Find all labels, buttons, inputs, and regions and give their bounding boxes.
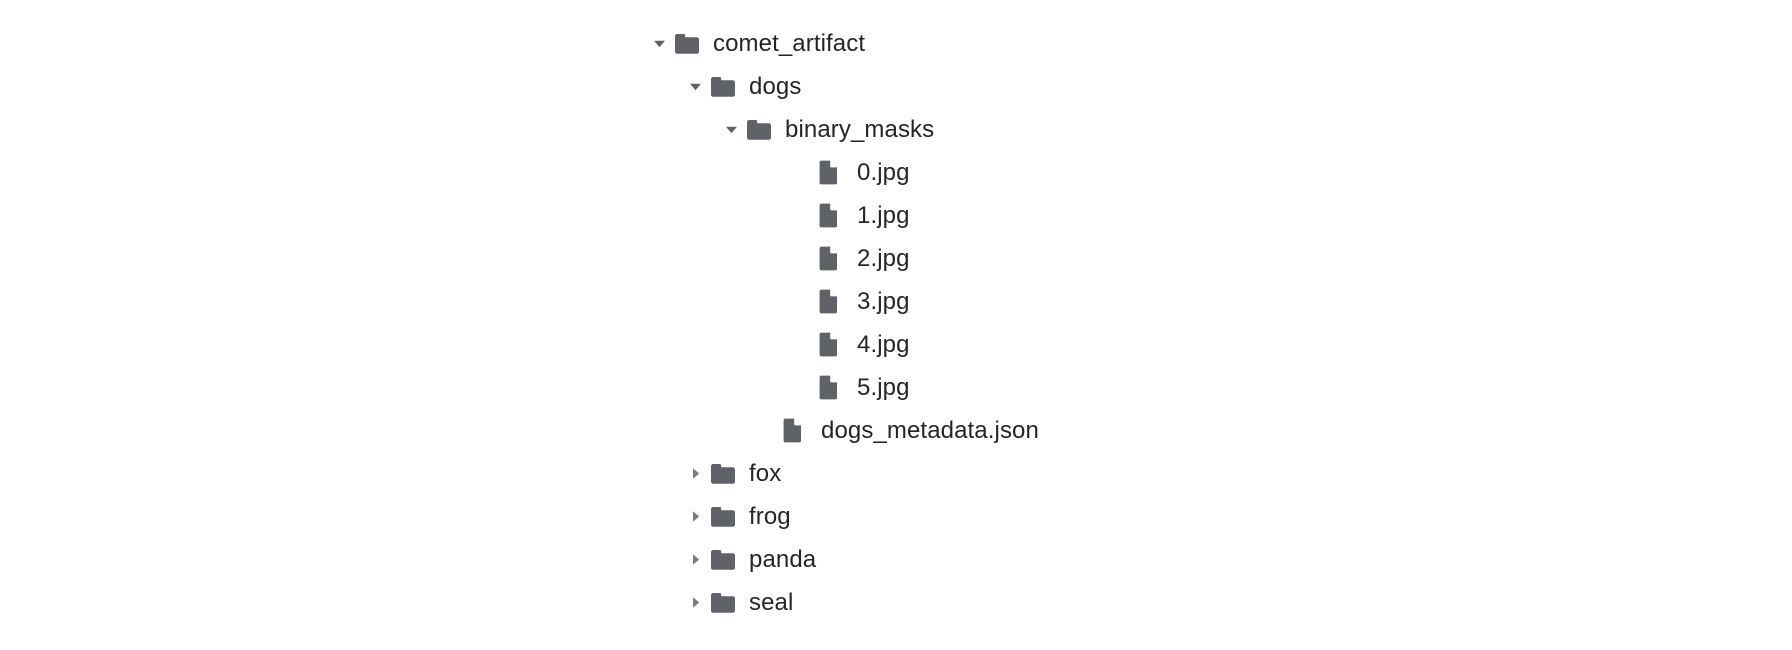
caret-right-icon[interactable]: [680, 581, 710, 624]
caret-right-icon[interactable]: [680, 495, 710, 538]
twisty-placeholder: [788, 366, 818, 409]
twisty-placeholder: [788, 280, 818, 323]
folder-icon: [710, 581, 744, 624]
caret-right-icon[interactable]: [680, 452, 710, 495]
caret-down-icon[interactable]: [644, 22, 674, 65]
twisty-placeholder: [788, 323, 818, 366]
caret-right-icon[interactable]: [680, 538, 710, 581]
folder-label: comet_artifact: [713, 29, 866, 57]
caret-down-icon[interactable]: [680, 65, 710, 108]
tree-row[interactable]: seal: [644, 581, 1792, 624]
tree-row[interactable]: fox: [644, 452, 1792, 495]
file-icon: [818, 194, 852, 237]
file-label: dogs_metadata.json: [821, 416, 1039, 444]
file-icon: [818, 280, 852, 323]
folder-icon: [674, 22, 708, 65]
file-label: 5.jpg: [857, 373, 910, 401]
folder-label: panda: [749, 545, 817, 573]
folder-icon: [746, 108, 780, 151]
folder-label: dogs: [749, 72, 802, 100]
tree-row[interactable]: panda: [644, 538, 1792, 581]
tree-row[interactable]: dogs_metadata.json: [644, 409, 1792, 452]
folder-icon: [710, 452, 744, 495]
tree-row[interactable]: 4.jpg: [644, 323, 1792, 366]
tree-row[interactable]: 2.jpg: [644, 237, 1792, 280]
file-icon: [818, 151, 852, 194]
twisty-placeholder: [788, 237, 818, 280]
file-tree: comet_artifactdogs binary_masks 0.jpg 1.jpg…: [0, 0, 1792, 624]
folder-icon: [710, 538, 744, 581]
file-label: 3.jpg: [857, 287, 910, 315]
tree-row[interactable]: 1.jpg: [644, 194, 1792, 237]
tree-row[interactable]: dogs: [644, 65, 1792, 108]
folder-icon: [710, 65, 744, 108]
tree-row[interactable]: 5.jpg: [644, 366, 1792, 409]
file-icon: [818, 323, 852, 366]
twisty-placeholder: [752, 409, 782, 452]
tree-row[interactable]: frog: [644, 495, 1792, 538]
file-label: 4.jpg: [857, 330, 910, 358]
twisty-placeholder: [788, 194, 818, 237]
folder-label: frog: [749, 502, 791, 530]
caret-down-icon[interactable]: [716, 108, 746, 151]
tree-row[interactable]: comet_artifact: [644, 22, 1792, 65]
folder-label: binary_masks: [785, 115, 935, 143]
file-label: 0.jpg: [857, 158, 910, 186]
file-icon: [818, 366, 852, 409]
folder-label: seal: [749, 588, 794, 616]
tree-row[interactable]: 0.jpg: [644, 151, 1792, 194]
twisty-placeholder: [788, 151, 818, 194]
folder-label: fox: [749, 459, 782, 487]
file-icon: [782, 409, 816, 452]
folder-icon: [710, 495, 744, 538]
file-label: 2.jpg: [857, 244, 910, 272]
file-label: 1.jpg: [857, 201, 910, 229]
tree-row[interactable]: 3.jpg: [644, 280, 1792, 323]
tree-row[interactable]: binary_masks: [644, 108, 1792, 151]
file-icon: [818, 237, 852, 280]
